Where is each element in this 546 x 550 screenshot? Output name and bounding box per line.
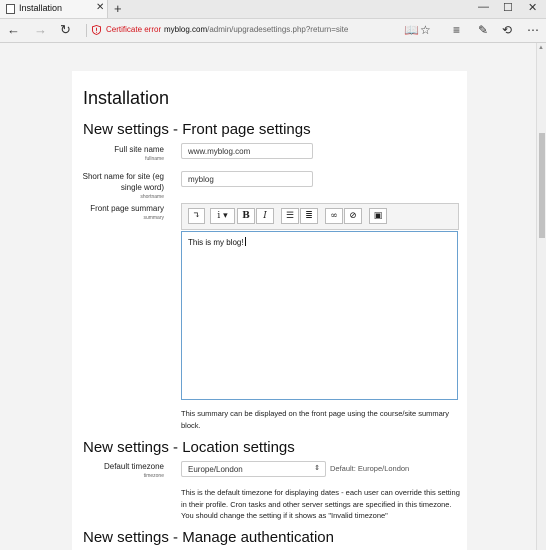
address-bar: ← → ↻ Certificate error myblog.com/admin… xyxy=(0,19,546,43)
close-window-icon[interactable]: ✕ xyxy=(528,1,537,14)
web-note-icon[interactable]: ✎ xyxy=(478,23,488,37)
image-icon[interactable]: ▣ xyxy=(369,208,387,224)
new-tab-icon[interactable]: + xyxy=(114,1,122,16)
settings-page: Installation New settings - Front page s… xyxy=(72,71,467,550)
tab-title: Installation xyxy=(19,3,63,13)
timezone-label-text: Default timezone xyxy=(103,462,164,471)
fullname-label: Full site name fullname xyxy=(72,144,164,163)
bold-icon[interactable]: B xyxy=(237,208,255,224)
hub-icon[interactable]: ≡ xyxy=(453,23,460,37)
url-path: /admin/upgradesettings.php?return=site xyxy=(207,25,349,34)
vertical-scrollbar[interactable]: ▲ xyxy=(536,43,546,550)
timezone-select[interactable]: Europe/London ⇕ xyxy=(181,461,326,477)
summary-label-text: Front page summary xyxy=(90,204,164,213)
editor-toolbar: ↴ i ▾ B I ☰ ≣ ∞ ⊘ ▣ xyxy=(181,203,459,230)
text-caret xyxy=(244,237,246,246)
timezone-value: Europe/London xyxy=(188,465,243,474)
forward-icon[interactable]: → xyxy=(34,22,47,37)
section-heading-location: New settings - Location settings xyxy=(83,439,295,456)
shortname-label: Short name for site (eg single word) sho… xyxy=(72,171,164,201)
fullname-input[interactable]: www.myblog.com xyxy=(181,143,313,159)
unordered-list-icon[interactable]: ☰ xyxy=(281,208,299,224)
back-icon[interactable]: ← xyxy=(7,22,20,37)
section-heading-auth: New settings - Manage authentication xyxy=(83,529,334,546)
timezone-description: This is the default timezone for display… xyxy=(181,488,460,520)
fullname-label-text: Full site name xyxy=(114,145,164,154)
timezone-sublabel: timezone xyxy=(143,473,164,479)
page-viewport: Installation New settings - Front page s… xyxy=(0,43,536,550)
tab-installation[interactable]: Installation ✕ xyxy=(0,0,108,18)
reading-view-icon[interactable]: 📖 xyxy=(404,23,419,37)
unlink-icon[interactable]: ⊘ xyxy=(344,208,362,224)
select-arrow-icon: ⇕ xyxy=(314,465,320,472)
summary-editor-content[interactable]: This is my blog! xyxy=(188,237,246,247)
shield-warning-icon[interactable] xyxy=(92,25,101,35)
url-field[interactable]: myblog.com/admin/upgradesettings.php?ret… xyxy=(164,25,348,34)
maximize-icon[interactable]: ☐ xyxy=(503,1,513,14)
link-icon[interactable]: ∞ xyxy=(325,208,343,224)
share-icon[interactable]: ⟲ xyxy=(502,23,512,37)
summary-editor[interactable]: This is my blog! xyxy=(181,231,458,400)
fullname-sublabel: fullname xyxy=(145,156,164,162)
shortname-label-text: Short name for site (eg single word) xyxy=(82,172,164,192)
tab-bar: Installation ✕ + — ☐ ✕ xyxy=(0,0,546,19)
shortname-input[interactable]: myblog xyxy=(181,171,313,187)
scroll-thumb[interactable] xyxy=(539,133,545,238)
certificate-error-label[interactable]: Certificate error xyxy=(106,25,161,34)
more-icon[interactable]: ⋯ xyxy=(527,23,539,37)
page-icon xyxy=(6,4,15,14)
url-domain: myblog.com xyxy=(164,25,208,34)
shortname-sublabel: shortname xyxy=(140,194,164,200)
favorite-star-icon[interactable]: ☆ xyxy=(420,23,431,37)
scroll-up-icon[interactable]: ▲ xyxy=(538,45,544,51)
close-tab-icon[interactable]: ✕ xyxy=(96,2,104,13)
summary-text: This is my blog! xyxy=(188,238,244,247)
refresh-icon[interactable]: ↻ xyxy=(60,22,71,38)
minimize-icon[interactable]: — xyxy=(478,1,489,13)
summary-label: Front page summary summary xyxy=(72,203,164,222)
summary-description: This summary can be displayed on the fro… xyxy=(181,409,450,430)
summary-sublabel: summary xyxy=(143,215,164,221)
divider xyxy=(86,24,87,37)
section-heading-front-page: New settings - Front page settings xyxy=(83,121,311,138)
timezone-default: Default: Europe/London xyxy=(330,464,410,473)
ordered-list-icon[interactable]: ≣ xyxy=(300,208,318,224)
timezone-label: Default timezone timezone xyxy=(72,461,164,480)
collapse-icon[interactable]: ↴ xyxy=(188,208,205,224)
italic-icon[interactable]: I xyxy=(256,208,274,224)
info-icon[interactable]: i ▾ xyxy=(210,208,235,224)
page-title: Installation xyxy=(83,88,170,108)
